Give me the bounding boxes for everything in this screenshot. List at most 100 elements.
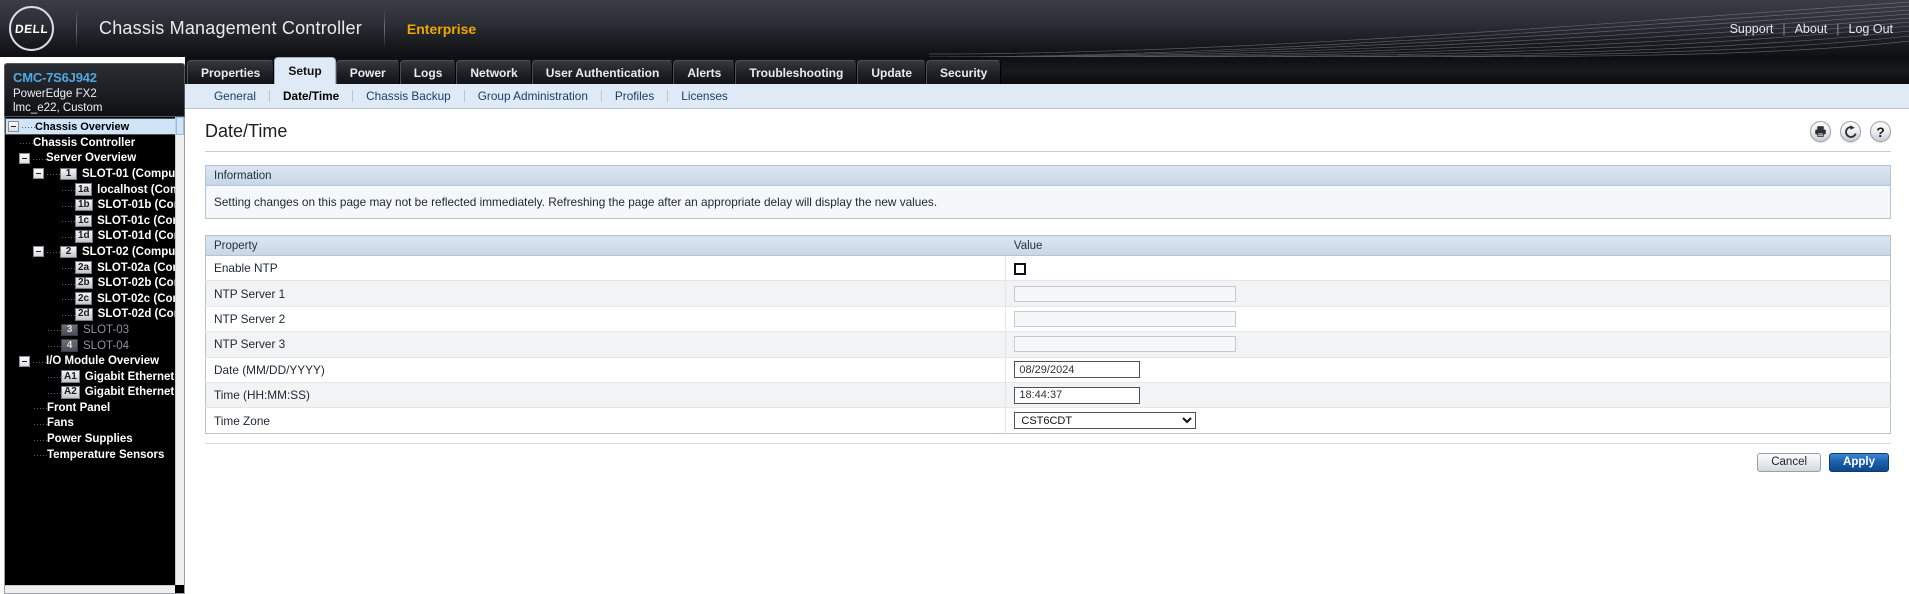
page-body: CMC-7S6J942 PowerEdge FX2 lmc_e22, Custo… [0,57,1909,594]
apply-button[interactable]: Apply [1829,452,1889,472]
tree-connector [61,277,75,289]
tree-connector [21,121,35,132]
tree-collapse-icon[interactable] [33,168,44,180]
tree-collapse-icon[interactable] [8,121,19,132]
tree-connector [61,262,75,274]
tree-item-label: SLOT-03 [83,323,130,336]
tree-item-label: Server Overview [46,152,137,165]
tree-item[interactable]: 4 SLOT-04 [5,338,175,354]
tree-item[interactable]: 3 SLOT-03 [5,322,175,338]
tree-item[interactable]: 1 SLOT-01 (Compute [5,166,175,182]
sidebar-vertical-scrollbar[interactable] [175,117,184,585]
tree-connector [33,417,47,429]
slot-badge: 1b [75,198,93,212]
tree-item[interactable]: 2a SLOT-02a (Con [5,260,175,276]
tab-logs[interactable]: Logs [399,60,457,84]
title-rule [205,151,1891,152]
time-hh-mm-ss--input[interactable] [1014,386,1141,404]
tab-troubleshooting[interactable]: Troubleshooting [735,60,858,84]
chassis-unit-name: CMC-7S6J942 [13,70,97,85]
scrollbar-thumb[interactable] [176,117,184,135]
tab-properties[interactable]: Properties [187,60,275,84]
datetime-settings-table: Property Value Enable NTP NTP Server 1 NTP… [205,235,1891,434]
tab-security[interactable]: Security [926,60,1002,84]
subtab-date-time[interactable]: Date/Time [270,89,352,103]
logout-link[interactable]: Log Out [1849,22,1893,36]
cancel-button[interactable]: Cancel [1757,452,1822,472]
slot-badge: 2 [60,245,77,259]
enable-ntp-checkbox[interactable] [1014,263,1027,276]
timezone-select[interactable]: CST6CDT [1014,412,1197,430]
tree-item-label: Gigabit Ethernet [84,386,175,399]
tree-item[interactable]: A1 Gigabit Ethernet [5,369,175,385]
slot-badge: 3 [61,323,78,337]
tree-item[interactable]: 2b SLOT-02b (Con [5,275,175,291]
subtab-chassis-backup[interactable]: Chassis Backup [353,89,464,103]
date-mm-dd-yyyy--input[interactable] [1014,361,1141,379]
table-row: NTP Server 2 [205,306,1891,333]
tab-setup[interactable]: Setup [274,57,336,84]
tree-item-label: Fans [47,417,74,430]
tab-user-authentication[interactable]: User Authentication [531,60,674,84]
tree-item[interactable]: 1b SLOT-01b (Con [5,197,175,213]
tab-alerts[interactable]: Alerts [673,60,736,84]
tree-item-label: SLOT-01 (Compute [82,167,175,180]
tree-item[interactable]: Temperature Sensors [5,447,175,463]
tree-item[interactable]: Power Supplies [5,431,175,447]
tree-item[interactable]: A2 Gigabit Ethernet [5,385,175,401]
banner-links: Support | About | Log Out [1730,22,1893,36]
tree-collapse-icon[interactable] [33,246,44,258]
link-separator: | [1836,21,1840,36]
sidebar-horizontal-scrollbar[interactable] [5,585,175,593]
about-link[interactable]: About [1795,22,1828,36]
tree-item[interactable]: Chassis Overview [5,118,175,135]
tree-item[interactable]: 1d SLOT-01d (Con [5,229,175,245]
help-icon[interactable]: ? [1870,121,1891,142]
print-icon[interactable] [1810,121,1831,142]
tree-item[interactable]: 2d SLOT-02d (Con [5,307,175,323]
tree-item-label: localhost (Com [97,183,175,196]
slot-badge: 2d [75,308,93,321]
tree-item[interactable]: 1a localhost (Com [5,182,175,198]
tree-item[interactable]: I/O Module Overview [5,353,175,369]
support-link[interactable]: Support [1730,22,1774,36]
tab-power[interactable]: Power [335,60,400,84]
subtab-group-administration[interactable]: Group Administration [465,89,601,103]
tree-collapse-icon[interactable] [19,152,30,164]
subtab-general[interactable]: General [201,89,269,103]
table-row: Time Zone CST6CDT [206,407,1891,434]
tree-item[interactable]: Fans [5,416,175,432]
tree-item-label: SLOT-02b (Con [97,277,175,290]
chassis-tree[interactable]: Chassis Overview Chassis Controller Server… [5,117,175,585]
product-title: Chassis Management Controller [99,18,362,38]
tree-connector [61,308,75,320]
tree-item[interactable]: 2 SLOT-02 (Compute [5,244,175,260]
slot-badge: A1 [61,370,80,383]
value-cell [1005,280,1891,307]
subtab-profiles[interactable]: Profiles [602,89,667,103]
tab-update[interactable]: Update [857,60,926,84]
ntp-server-3-input [1014,336,1237,353]
dell-logo-text: DELL [14,21,49,36]
subtab-licenses[interactable]: Licenses [668,89,741,103]
tree-item[interactable]: Chassis Controller [5,135,175,151]
tree-item[interactable]: Front Panel [5,400,175,416]
tab-network[interactable]: Network [456,60,532,84]
edition-label: Enterprise [406,20,477,37]
property-label: NTP Server 1 [205,280,1006,307]
tree-item[interactable]: 1c SLOT-01c (Con [5,213,175,229]
tree-connector [33,449,47,461]
property-label: NTP Server 3 [205,331,1006,358]
slot-badge: 2c [75,292,93,305]
slot-badge: 1a [75,183,93,196]
tree-collapse-icon[interactable] [19,355,30,367]
tree-item-label: SLOT-04 [83,339,130,352]
page-title: Date/Time [205,121,288,141]
refresh-icon[interactable] [1840,121,1861,142]
value-cell [1005,306,1891,333]
tree-item-label: Power Supplies [47,433,133,446]
form-actions: Cancel Apply [205,442,1891,472]
tree-item[interactable]: Server Overview [5,151,175,167]
table-row: Date (MM/DD/YYYY) [205,357,1891,383]
tree-item[interactable]: 2c SLOT-02c (Con [5,291,175,307]
